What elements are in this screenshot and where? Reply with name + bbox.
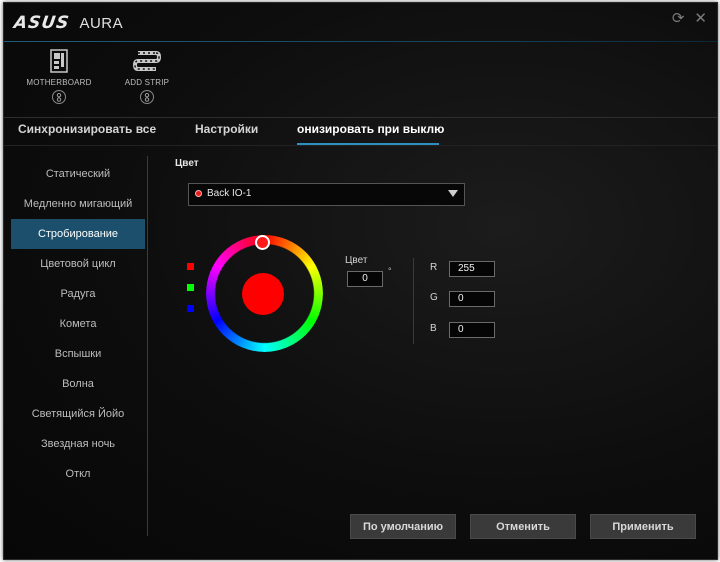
selected-color-preview: [242, 273, 284, 315]
sidebar-item-color-cycle[interactable]: Цветовой цикл: [11, 249, 145, 279]
tabs-divider: [4, 145, 717, 146]
sidebar-item-static[interactable]: Статический: [11, 159, 145, 189]
default-button[interactable]: По умолчанию: [350, 514, 456, 539]
link-icon: [56, 92, 62, 102]
sidebar-item-flash[interactable]: Вспышки: [11, 339, 145, 369]
hue-input[interactable]: 0: [347, 271, 383, 287]
close-icon[interactable]: ✕: [694, 9, 707, 27]
zone-select[interactable]: Back IO-1: [188, 183, 465, 206]
app-logo: ASUS AURA: [12, 13, 124, 33]
red-label: R: [430, 262, 438, 273]
tab-shutdown-sync[interactable]: онизировать при выклю: [297, 122, 444, 136]
sidebar-item-wave[interactable]: Волна: [11, 369, 145, 399]
green-input[interactable]: 0: [449, 291, 495, 307]
device-label: MOTHERBOARD: [26, 78, 92, 87]
rgb-divider: [413, 258, 414, 344]
device-badge: [52, 90, 66, 104]
device-label: ADD STRIP: [124, 78, 170, 87]
preset-swatch-blue[interactable]: [187, 305, 194, 312]
apply-button[interactable]: Применить: [590, 514, 696, 539]
sidebar-item-comet[interactable]: Комета: [11, 309, 145, 339]
sidebar-item-starry-night[interactable]: Звездная ночь: [11, 429, 145, 459]
green-label: G: [430, 292, 438, 303]
link-icon: [144, 92, 150, 102]
color-wheel-handle[interactable]: [255, 235, 270, 250]
sidebar-item-rainbow[interactable]: Радуга: [11, 279, 145, 309]
asus-logo: ASUS: [12, 13, 71, 33]
sidebar-divider: [147, 156, 148, 536]
chevron-down-icon: [448, 190, 458, 197]
devices-divider: [4, 117, 717, 118]
title-controls: ⟳ ✕: [672, 9, 707, 27]
aura-window: ASUS AURA ⟳ ✕ MOTHERBOARD ADD STRIP Синх…: [3, 2, 718, 560]
red-input[interactable]: 255: [449, 261, 495, 277]
tab-bar: Синхронизировать все Настройки онизирова…: [4, 119, 717, 145]
sidebar-item-strobing[interactable]: Стробирование: [11, 219, 145, 249]
sidebar-item-glowing-yoyo[interactable]: Светящийся Йойо: [11, 399, 145, 429]
preset-swatch-red[interactable]: [187, 263, 194, 270]
device-badge: [140, 90, 154, 104]
device-add-strip[interactable]: ADD STRIP: [112, 48, 182, 104]
title-bar: ASUS AURA ⟳ ✕: [4, 3, 717, 41]
app-title: AURA: [79, 14, 124, 32]
device-motherboard[interactable]: MOTHERBOARD: [24, 48, 94, 104]
title-divider: [4, 41, 717, 42]
degree-unit: °: [388, 266, 392, 276]
cancel-button[interactable]: Отменить: [470, 514, 576, 539]
tab-settings[interactable]: Настройки: [195, 122, 258, 136]
zone-color-dot: [195, 190, 202, 197]
blue-input[interactable]: 0: [449, 322, 495, 338]
preset-swatch-green[interactable]: [187, 284, 194, 291]
led-strip-icon: [132, 51, 162, 71]
effect-sidebar: Статический Медленно мигающий Стробирова…: [11, 159, 145, 489]
hue-label: Цвет: [345, 255, 368, 266]
device-list: MOTHERBOARD ADD STRIP: [24, 48, 182, 104]
blue-label: B: [430, 323, 437, 334]
tab-sync-all[interactable]: Синхронизировать все: [18, 122, 156, 136]
refresh-icon[interactable]: ⟳: [672, 9, 685, 27]
zone-select-value: Back IO-1: [207, 188, 252, 199]
sidebar-item-breathing[interactable]: Медленно мигающий: [11, 189, 145, 219]
motherboard-icon: [50, 49, 68, 73]
color-section-label: Цвет: [175, 158, 199, 169]
sidebar-item-off[interactable]: Откл: [11, 459, 145, 489]
